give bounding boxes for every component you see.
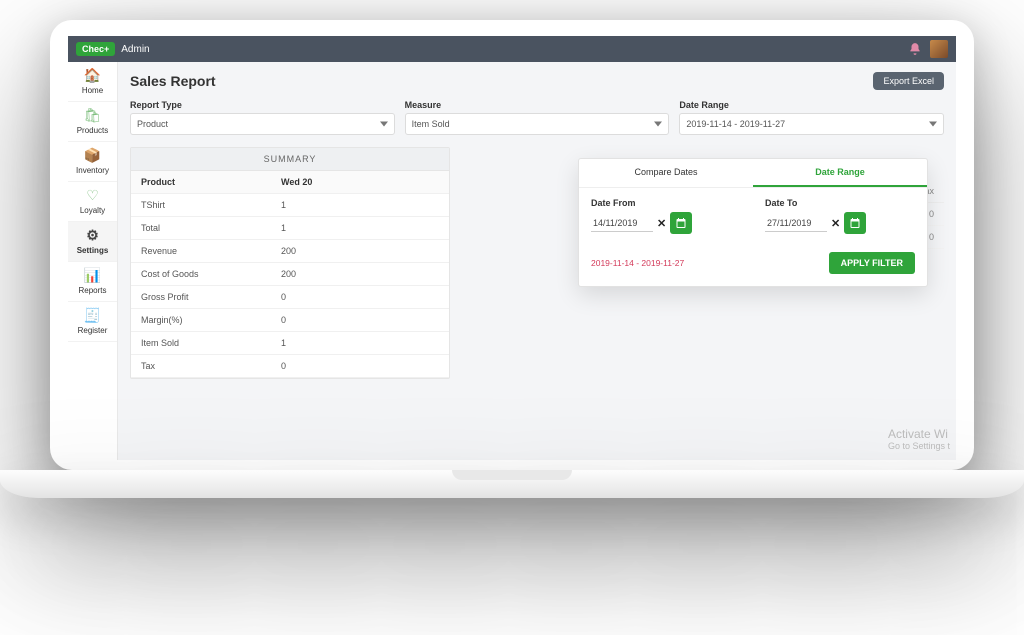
summary-cell: Wed 20 xyxy=(271,171,449,194)
page-title: Sales Report xyxy=(130,73,216,89)
filter-report-type: Report Type Product xyxy=(130,100,395,135)
inventory-icon: 📦 xyxy=(70,147,115,164)
sidebar-item-home[interactable]: 🏠 Home xyxy=(68,62,117,102)
date-to-label: Date To xyxy=(765,198,915,208)
filter-label: Date Range xyxy=(679,100,944,110)
date-from-input[interactable] xyxy=(591,215,653,232)
summary-cell: 200 xyxy=(271,263,449,286)
select-value: Item Sold xyxy=(412,119,450,129)
filter-label: Measure xyxy=(405,100,670,110)
sidebar-item-inventory[interactable]: 📦 Inventory xyxy=(68,142,117,182)
calendar-from-button[interactable] xyxy=(670,212,692,234)
calendar-icon xyxy=(675,217,687,229)
home-icon: 🏠 xyxy=(70,67,115,84)
summary-cell: Revenue xyxy=(131,240,271,263)
loyalty-icon: ♡ xyxy=(70,187,115,204)
date-range-select[interactable]: 2019-11-14 - 2019-11-27 xyxy=(679,113,944,135)
summary-cell: Margin(%) xyxy=(131,309,271,332)
laptop-notch xyxy=(452,470,572,480)
date-to-input[interactable] xyxy=(765,215,827,232)
sidebar-item-label: Products xyxy=(77,126,109,135)
sidebar-item-label: Loyalty xyxy=(80,206,105,215)
notification-icon[interactable] xyxy=(908,42,922,56)
summary-cell: 0 xyxy=(271,309,449,332)
watermark-line1: Activate Wi xyxy=(888,427,950,441)
popup-tabs: Compare Dates Date Range xyxy=(579,159,927,188)
date-to-field: Date To ✕ xyxy=(765,198,915,234)
windows-activation-watermark: Activate Wi Go to Settings t xyxy=(888,427,950,452)
export-excel-button[interactable]: Export Excel xyxy=(873,72,944,90)
bg-col-cell: 0 xyxy=(929,232,934,242)
summary-cell: Tax xyxy=(131,355,271,378)
app-name: Admin xyxy=(121,44,149,55)
avatar[interactable] xyxy=(930,40,948,58)
sidebar: 🏠 Home 🛍 Products 📦 Inventory ♡ Loyalty … xyxy=(68,62,118,460)
summary-cell: Product xyxy=(131,171,271,194)
screen: Chec+ Admin 🏠 Home 🛍 Products 📦 Inventor… xyxy=(68,36,956,460)
tab-date-range[interactable]: Date Range xyxy=(753,159,927,187)
summary-table: SUMMARY Product Wed 20 TShirt 1 Total 1 … xyxy=(130,147,450,379)
report-type-select[interactable]: Product xyxy=(130,113,395,135)
clear-date-to-icon[interactable]: ✕ xyxy=(829,217,842,230)
summary-cell: Cost of Goods xyxy=(131,263,271,286)
sidebar-item-label: Settings xyxy=(77,246,109,255)
sidebar-item-label: Register xyxy=(78,326,108,335)
date-from-field: Date From ✕ xyxy=(591,198,741,234)
summary-cell: TShirt xyxy=(131,194,271,217)
sidebar-item-products[interactable]: 🛍 Products xyxy=(68,102,117,142)
filter-date-range: Date Range 2019-11-14 - 2019-11-27 xyxy=(679,100,944,135)
sidebar-item-reports[interactable]: 📊 Reports xyxy=(68,262,117,302)
selected-range-text: 2019-11-14 - 2019-11-27 xyxy=(591,258,684,268)
laptop-base xyxy=(0,470,1024,498)
sidebar-item-label: Inventory xyxy=(76,166,109,175)
date-range-popup: Compare Dates Date Range Date From ✕ xyxy=(578,158,928,287)
bg-col-cell: 0 xyxy=(929,209,934,219)
measure-select[interactable]: Item Sold xyxy=(405,113,670,135)
sidebar-item-register[interactable]: 🧾 Register xyxy=(68,302,117,342)
summary-cell: 1 xyxy=(271,217,449,240)
sidebar-item-loyalty[interactable]: ♡ Loyalty xyxy=(68,182,117,222)
select-value: Product xyxy=(137,119,168,129)
laptop-frame: Chec+ Admin 🏠 Home 🛍 Products 📦 Inventor… xyxy=(50,20,974,470)
sidebar-item-label: Home xyxy=(82,86,103,95)
clear-date-from-icon[interactable]: ✕ xyxy=(655,217,668,230)
watermark-line2: Go to Settings t xyxy=(888,441,950,452)
summary-cell: Item Sold xyxy=(131,332,271,355)
summary-cell: 0 xyxy=(271,286,449,309)
page-header: Sales Report Export Excel xyxy=(130,72,944,90)
filters-row: Report Type Product Measure Item Sold Da… xyxy=(130,100,944,135)
settings-icon: ⚙ xyxy=(70,227,115,244)
filter-measure: Measure Item Sold xyxy=(405,100,670,135)
filter-label: Report Type xyxy=(130,100,395,110)
sidebar-item-settings[interactable]: ⚙ Settings xyxy=(68,222,117,262)
calendar-icon xyxy=(849,217,861,229)
register-icon: 🧾 xyxy=(70,307,115,324)
summary-header: SUMMARY xyxy=(131,148,449,171)
summary-cell: 200 xyxy=(271,240,449,263)
select-value: 2019-11-14 - 2019-11-27 xyxy=(686,119,785,129)
topbar: Chec+ Admin xyxy=(68,36,956,62)
sidebar-item-label: Reports xyxy=(78,286,106,295)
summary-cell: Total xyxy=(131,217,271,240)
reports-icon: 📊 xyxy=(70,267,115,284)
main-content: Sales Report Export Excel Report Type Pr… xyxy=(118,62,956,460)
products-icon: 🛍 xyxy=(70,107,115,124)
brand-badge: Chec+ xyxy=(76,42,115,56)
summary-cell: 0 xyxy=(271,355,449,378)
calendar-to-button[interactable] xyxy=(844,212,866,234)
summary-cell: 1 xyxy=(271,194,449,217)
tab-compare-dates[interactable]: Compare Dates xyxy=(579,159,753,187)
date-from-label: Date From xyxy=(591,198,741,208)
summary-cell: 1 xyxy=(271,332,449,355)
apply-filter-button[interactable]: APPLY FILTER xyxy=(829,252,915,274)
summary-cell: Gross Profit xyxy=(131,286,271,309)
